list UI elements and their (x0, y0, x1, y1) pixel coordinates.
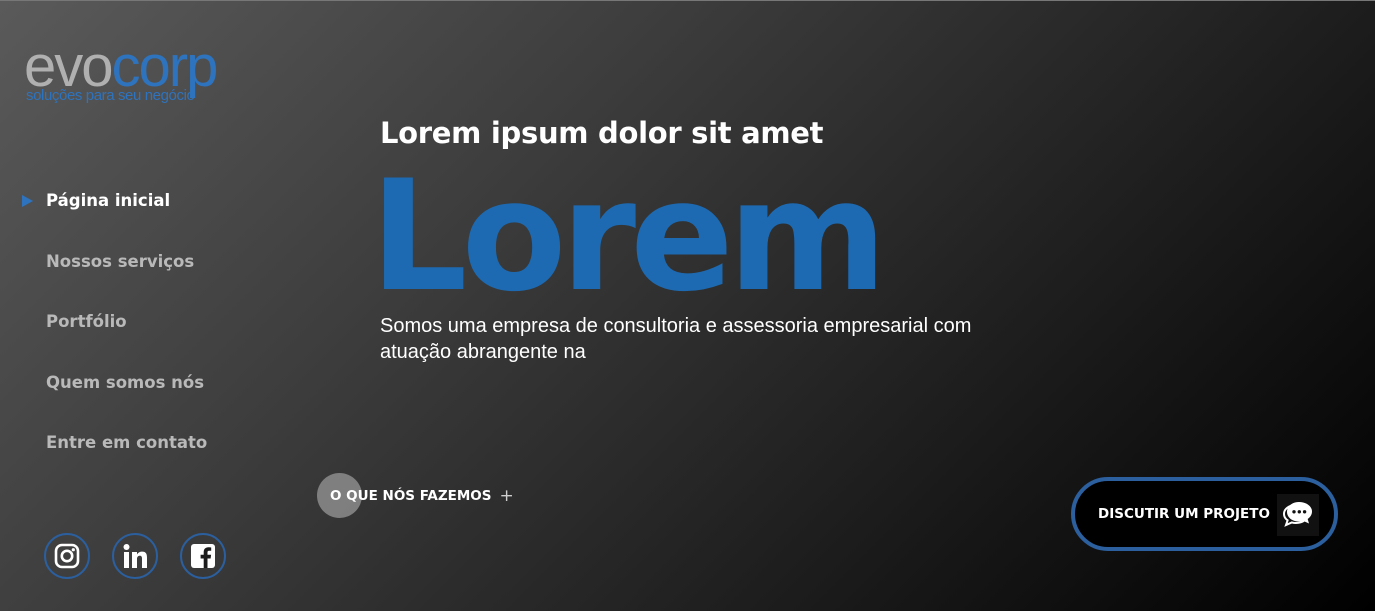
nav-item-services[interactable]: Nossos serviços (46, 252, 194, 271)
what-we-do-button[interactable]: O QUE NÓS FAZEMOS + (317, 473, 514, 518)
facebook-icon (191, 544, 215, 568)
nav-item-home[interactable]: Página inicial (22, 191, 171, 210)
plus-icon: + (499, 485, 514, 506)
nav-item-contact[interactable]: Entre em contato (46, 433, 207, 452)
facebook-link[interactable] (180, 533, 226, 579)
linkedin-icon (123, 544, 147, 568)
instagram-link[interactable] (44, 533, 90, 579)
nav-item-label: Portfólio (46, 312, 127, 331)
nav-item-label: Quem somos nós (46, 373, 205, 392)
active-arrow-icon (22, 195, 33, 207)
instagram-icon (54, 543, 80, 569)
logo-tagline: soluções para seu negócio (26, 87, 195, 104)
hero-headline: Lorem (370, 148, 887, 326)
top-border (0, 0, 1375, 1)
nav-item-label: Nossos serviços (46, 252, 195, 271)
what-we-do-label: O QUE NÓS FAZEMOS (330, 487, 492, 504)
nav-item-portfolio[interactable]: Portfólio (46, 312, 127, 331)
linkedin-link[interactable] (112, 533, 158, 579)
hero-subtitle: Lorem ipsum dolor sit amet (380, 116, 824, 150)
hero-description: Somos uma empresa de consultoria e asses… (380, 315, 972, 363)
logo[interactable]: evocorp soluções para seu negócio (24, 38, 274, 108)
discuss-project-button[interactable]: DISCUTIR UM PROJETO (1071, 477, 1338, 551)
discuss-project-label: DISCUTIR UM PROJETO (1098, 506, 1270, 522)
chat-icon (1277, 494, 1319, 536)
nav-item-label: Página inicial (46, 191, 171, 210)
nav-item-about[interactable]: Quem somos nós (46, 373, 204, 392)
nav-item-label: Entre em contato (46, 433, 208, 452)
